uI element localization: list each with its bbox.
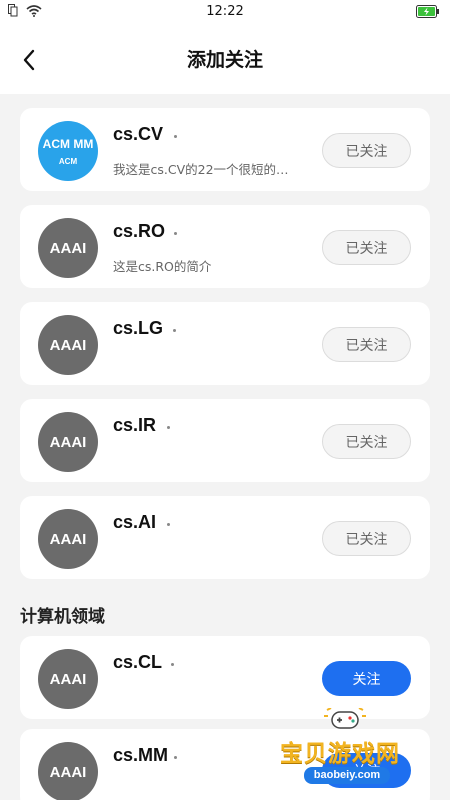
section-title: 计算机领域: [20, 607, 105, 627]
watermark-text: 宝贝游戏网: [280, 741, 400, 767]
avatar-line1: ACM MM: [42, 136, 94, 151]
avatar: ACM MM ACM: [38, 121, 98, 181]
topic-description: 这是cs.RO的简介: [113, 259, 212, 274]
dot-indicator: [171, 663, 174, 666]
dot-indicator: [167, 523, 170, 526]
dot-indicator: [174, 135, 177, 138]
topic-name: cs.MM: [113, 745, 169, 765]
status-bar: 12:22: [0, 0, 450, 24]
dot-indicator: [174, 232, 177, 235]
avatar: AAAI: [38, 509, 98, 569]
avatar: AAAI: [38, 742, 98, 800]
dot-indicator: [174, 756, 177, 759]
page-title: 添加关注: [186, 49, 263, 71]
dot-indicator: [167, 426, 170, 429]
avatar: AAAI: [38, 649, 98, 709]
topic-name: cs.CL: [113, 652, 163, 672]
avatar: AAAI: [38, 412, 98, 472]
topic-name: cs.LG: [113, 318, 164, 338]
followed-card-cs-ir[interactable]: AAAI cs.IR 已关注: [20, 399, 430, 482]
followed-card-cs-ro[interactable]: AAAI cs.RO 这是cs.RO的简介 已关注: [20, 205, 430, 288]
followed-button[interactable]: 已关注: [322, 521, 411, 556]
topic-name: cs.AI: [113, 512, 157, 532]
watermark-url: baobeiy.com: [304, 767, 390, 784]
followed-button[interactable]: 已关注: [322, 424, 411, 459]
follow-button[interactable]: 关注: [322, 661, 411, 696]
gamepad-icon: [324, 708, 366, 729]
topic-name: cs.CV: [113, 124, 164, 144]
status-time: 12:22: [206, 4, 244, 19]
dot-indicator: [173, 329, 176, 332]
followed-card-cs-cv[interactable]: ACM MM ACM cs.CV 我这是cs.CV的22一个很短的… 已关注: [20, 108, 430, 191]
battery-charging-icon: [416, 5, 439, 18]
watermark-logo: 宝贝游戏网 baobeiy.com: [270, 706, 420, 792]
followed-card-cs-ai[interactable]: AAAI cs.AI 已关注: [20, 496, 430, 579]
nav-bar: 添加关注: [0, 24, 450, 94]
topic-description: 我这是cs.CV的22一个很短的…: [113, 162, 289, 177]
avatar-line2: ACM: [58, 156, 78, 166]
followed-card-cs-lg[interactable]: AAAI cs.LG 已关注: [20, 302, 430, 385]
avatar: AAAI: [38, 218, 98, 278]
followed-button[interactable]: 已关注: [322, 230, 411, 265]
followed-button[interactable]: 已关注: [322, 133, 411, 168]
avatar: AAAI: [38, 315, 98, 375]
topic-name: cs.RO: [113, 221, 166, 241]
followed-button[interactable]: 已关注: [322, 327, 411, 362]
topic-name: cs.IR: [113, 415, 157, 435]
